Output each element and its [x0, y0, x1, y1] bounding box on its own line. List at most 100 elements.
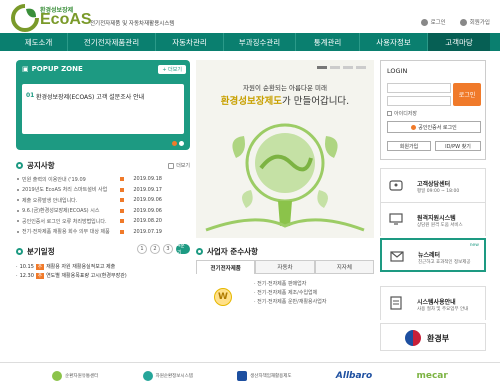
login-link[interactable]: 로그인: [420, 18, 446, 26]
schedule-list: · 10.15 추 재활용 자원 재활용실적보고 제출 · 12.30 추 연도별 재활…: [16, 262, 127, 280]
quick-link-remote[interactable]: 원격지원시스템 상담원 원격 도움 서비스: [380, 202, 486, 236]
nav-item-stats[interactable]: 통계관리: [296, 33, 360, 51]
notice-list: 민원 출력의 이용안내 ('19.09 2019.09.18 2019년도 Eco…: [16, 174, 190, 237]
popup-zone: ▣ POPUP ZONE + 더보기 01 환경성보장제(ECOAS) 고객 설문…: [16, 60, 190, 150]
quarter-1-button[interactable]: 1: [137, 244, 147, 254]
list-item[interactable]: · 10.15 추 재활용 자원 재활용실적보고 제출: [16, 262, 127, 271]
popup-dot[interactable]: [179, 141, 184, 146]
list-item[interactable]: 공인인증서 로그인 오류 처리방법입니다. 2019.08.20: [16, 216, 190, 227]
user-id-input[interactable]: [387, 83, 451, 93]
epr-logo-icon: [237, 370, 248, 381]
section-bullet-icon: [196, 248, 203, 255]
list-item[interactable]: 9.6.(금)환경성보장제(ECOAS) 시스 2019.09.06: [16, 206, 190, 217]
password-input[interactable]: [387, 96, 451, 106]
list-item[interactable]: 제출 오류발생 안내입니다. 2019.09.06: [16, 195, 190, 206]
banner-dot[interactable]: [330, 66, 340, 69]
document-icon: [390, 296, 402, 310]
quarter-2-button[interactable]: 2: [150, 244, 160, 254]
footer-link-allbaro[interactable]: Allbaro: [336, 371, 372, 381]
section-bullet-icon: [16, 248, 23, 255]
quick-link-guide[interactable]: 시스템사용안내 사용 절차 및 주요업무 안내: [380, 286, 486, 320]
main-banner[interactable]: 자원이 순환되는 아름다운 미래 환경성보장제도가 만들어갑니다.: [196, 60, 374, 238]
logo-english: EcoAS: [40, 11, 92, 28]
taegeuk-icon: [405, 330, 421, 346]
popup-dot[interactable]: [172, 141, 177, 146]
lock-icon: [420, 18, 428, 26]
headset-icon: [389, 180, 403, 191]
nav-item-electronics[interactable]: 전기전자제품관리: [68, 33, 156, 51]
list-item[interactable]: 민원 출력의 이용안내 ('19.09 2019.09.18: [16, 174, 190, 185]
find-idpw-button[interactable]: ID/PW 찾기: [435, 141, 481, 151]
new-badge: [120, 198, 124, 202]
list-item[interactable]: · 12.30 추 연도별 재활용목표량 고시(환경부장관): [16, 271, 127, 280]
list-item[interactable]: · 전기·전자제품 운반/재활용사업자: [254, 298, 326, 307]
save-id-checkbox[interactable]: 아이디저장: [387, 110, 417, 117]
quick-link-newsletter[interactable]: new 뉴스레터 친근하고 효과적인 정보제공: [380, 238, 486, 272]
popup-more-button[interactable]: + 더보기: [158, 65, 186, 74]
banner-dot[interactable]: [317, 66, 327, 69]
footer-link-resource-system[interactable]: 자원순환정보시스템: [142, 370, 193, 381]
quick-link-callcenter[interactable]: 고객상담센터 평일 09:00 ~ 18:00: [380, 168, 486, 202]
plus-icon: [168, 162, 175, 169]
tab-vehicle[interactable]: 자동차: [255, 260, 315, 274]
compliance-title: 사업자 준수사항: [196, 246, 258, 257]
popup-item-text: 환경성보장제(ECOAS) 고객 설문조사 안내: [36, 94, 145, 101]
tab-local-gov[interactable]: 지자체: [314, 260, 374, 274]
banner-line2: 환경성보장제도가 만들어갑니다.: [220, 96, 350, 107]
footer-banners: 순환자원유통센터 자원순환정보시스템 생산자책임재활용제도 Allbaro me…: [0, 362, 500, 388]
cert-login-button[interactable]: 공인인증서 로그인: [387, 121, 481, 133]
notice-more-link[interactable]: 더보기: [168, 162, 190, 169]
site-logo[interactable]: 환경성보장제 EcoAS 전기전자제품 및 자동차재활용시스템: [10, 3, 174, 33]
banner-dot[interactable]: [356, 66, 366, 69]
new-badge: [120, 219, 124, 223]
quarter-3-button[interactable]: 3: [163, 244, 173, 254]
popup-item[interactable]: 01 환경성보장제(ECOAS) 고객 설문조사 안내: [22, 84, 184, 134]
login-title: LOGIN: [387, 67, 408, 75]
list-item[interactable]: · 전기·전자제품 판매업자: [254, 280, 326, 289]
popup-pager: [172, 141, 184, 146]
list-item[interactable]: 2019년도 EcoAS 처리 스마트설비 사업 2019.09.17: [16, 185, 190, 196]
banner-dot[interactable]: [343, 66, 353, 69]
nav-item-intro[interactable]: 제도소개: [10, 33, 68, 51]
list-item[interactable]: 전기·전자제품 재활용 회수 의무 대상 제품 2019.07.19: [16, 227, 190, 238]
banner-line1: 자원이 순환되는 아름다운 미래: [243, 84, 327, 92]
popup-title: ▣ POPUP ZONE: [22, 65, 83, 73]
login-button[interactable]: 로그인: [453, 83, 481, 106]
main-nav: 제도소개 전기전자제품관리 자동차관리 부과징수관리 통계관리 사용자정보 고객…: [0, 33, 500, 51]
popup-item-number: 01: [26, 92, 35, 99]
schedule-tag: 추: [35, 272, 45, 279]
quarter-pager: 1 2 3 4분기: [137, 243, 190, 256]
schedule-title: 분기일정: [16, 246, 55, 257]
logo-subtitle: 전기전자제품 및 자동차재활용시스템: [90, 21, 175, 27]
nav-item-vehicle[interactable]: 자동차관리: [156, 33, 224, 51]
nav-item-user[interactable]: 사용자정보: [360, 33, 428, 51]
bulb-icon: W: [214, 288, 232, 306]
leaf-icon: [52, 370, 63, 381]
user-icon: [459, 18, 467, 26]
eco-leaf-icon: [11, 4, 39, 32]
schedule-section: 분기일정 1 2 3 4분기 · 10.15 추 재활용 자원 재활용실적보고 제출…: [16, 243, 190, 306]
ministry-link[interactable]: 환경부: [380, 323, 486, 351]
quarter-4-button[interactable]: 4분기: [176, 243, 190, 256]
footer-link-recycling-center[interactable]: 순환자원유통센터: [52, 370, 98, 381]
new-badge: [120, 187, 124, 192]
new-badge: new: [469, 243, 479, 248]
new-badge: [120, 177, 124, 181]
cert-icon: [411, 124, 417, 130]
list-item[interactable]: · 전기·전자제품 제조/수입업체: [254, 289, 326, 298]
join-link[interactable]: 회원가입: [459, 18, 490, 26]
checkbox-icon: [387, 111, 392, 116]
join-button[interactable]: 회원가입: [387, 141, 431, 151]
section-bullet-icon: [16, 162, 23, 169]
banner-pager: [317, 66, 366, 69]
compliance-section: 사업자 준수사항 전기전자제품 자동차 지자체 W · 전기·전자제품 판매업자…: [196, 246, 374, 356]
tab-electronics[interactable]: 전기전자제품: [196, 260, 256, 274]
footer-link-epr[interactable]: 생산자책임재활용제도: [237, 370, 292, 381]
popup-icon: ▣: [22, 65, 29, 73]
nav-item-levy[interactable]: 부과징수관리: [224, 33, 296, 51]
notice-title: 공지사항: [16, 160, 55, 171]
login-panel: LOGIN 로그인 아이디저장 공인인증서 로그인 회원가입 ID/PW 찾기: [380, 60, 486, 160]
eco-bulb-illustration: [205, 123, 365, 232]
nav-item-customer[interactable]: 고객마당: [428, 33, 490, 51]
footer-link-mecar[interactable]: mecar: [416, 371, 447, 381]
